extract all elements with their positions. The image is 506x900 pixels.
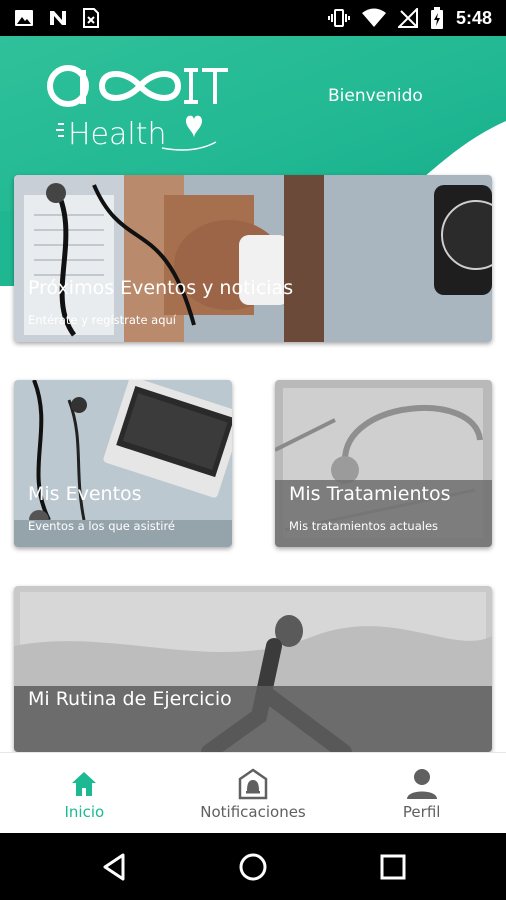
card-image-exercise — [14, 586, 492, 752]
status-bar: 5:48 — [0, 0, 506, 36]
card-subtitle: Entérate y regístrate aquí — [28, 313, 177, 327]
wifi-icon — [361, 8, 386, 27]
welcome-text: Bienvenido — [328, 86, 423, 106]
n-icon — [50, 11, 66, 25]
nav-item-inicio[interactable]: Inicio — [0, 753, 169, 833]
home-icon — [72, 772, 97, 796]
recents-icon[interactable] — [376, 850, 410, 884]
card-title: Mis Eventos — [28, 483, 142, 505]
battery-charging-icon — [430, 7, 443, 29]
bottom-navigation: Inicio Notificaciones Perfil — [0, 752, 506, 833]
nav-item-perfil[interactable]: Perfil — [337, 753, 506, 833]
app-logo: Health — [47, 65, 228, 152]
card-mis-eventos[interactable]: Mis Eventos Eventos a los que asistiré — [14, 380, 232, 547]
nav-item-notificaciones[interactable]: Notificaciones — [169, 753, 338, 833]
status-time: 5:48 — [455, 7, 492, 28]
bell-icon — [238, 768, 268, 800]
nav-label: Inicio — [64, 803, 105, 821]
file-x-icon — [83, 8, 99, 28]
card-subtitle: Eventos a los que asistiré — [28, 519, 176, 533]
system-navigation-bar — [0, 833, 506, 900]
card-mis-tratamientos[interactable]: Mis Tratamientos Mis tratamientos actual… — [275, 380, 492, 547]
card-subtitle: Mis tratamientos actuales — [289, 519, 439, 533]
card-title: Próximos Eventos y noticias — [28, 277, 294, 299]
logo-health-text: Health — [68, 117, 167, 152]
image-icon — [15, 10, 33, 26]
nav-label: Perfil — [402, 803, 441, 821]
person-icon — [406, 769, 437, 799]
nav-label: Notificaciones — [200, 803, 306, 821]
card-mi-rutina[interactable]: Mi Rutina de Ejercicio — [14, 586, 492, 752]
card-title: Mi Rutina de Ejercicio — [28, 688, 232, 710]
vibrate-icon — [327, 9, 350, 27]
status-notifications — [14, 8, 100, 28]
home-circle-icon[interactable] — [236, 850, 270, 884]
no-signal-icon — [397, 8, 418, 28]
status-system: 5:48 — [327, 7, 492, 29]
back-icon[interactable] — [97, 850, 131, 884]
card-proximos-eventos[interactable]: Próximos Eventos y noticias Entérate y r… — [14, 175, 492, 342]
card-title: Mis Tratamientos — [289, 483, 451, 505]
